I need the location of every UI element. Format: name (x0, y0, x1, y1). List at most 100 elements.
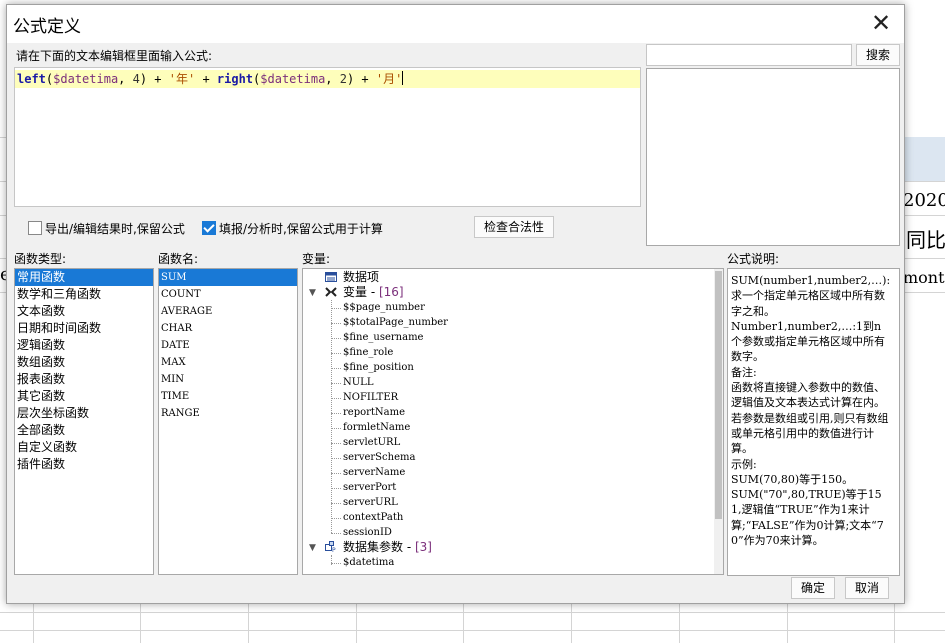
search-results-panel[interactable] (646, 68, 900, 246)
function-types-list[interactable]: 常用函数 数学和三角函数 文本函数 日期和时间函数 逻辑函数 数组函数 报表函数 其它函数 层次… (14, 268, 154, 575)
tree-variable-item[interactable]: sessionID (343, 525, 392, 540)
tree-item-data-items[interactable]: 数据项 (343, 270, 379, 285)
tree-group-count: [3] (414, 540, 432, 554)
search-input[interactable] (646, 44, 852, 66)
tree-variable-item[interactable]: $$totalPage_number (343, 315, 448, 330)
description-text: SUM(number1,number2,…):求一个指定单元格区域中所有数字之和… (731, 274, 891, 548)
tree-connector (331, 428, 341, 429)
tree-variable-item[interactable]: NOFILTER (343, 390, 398, 405)
cell-compare[interactable]: 同比 (906, 224, 945, 253)
function-type-item[interactable]: 文本函数 (15, 303, 153, 320)
function-name-item[interactable]: SUM (159, 269, 297, 286)
tree-variable-item[interactable]: serverSchema (343, 450, 415, 465)
export-keep-formula-checkbox[interactable] (28, 221, 42, 235)
function-type-item[interactable]: 层次坐标函数 (15, 405, 153, 422)
function-type-item[interactable]: 数学和三角函数 (15, 286, 153, 303)
function-type-item[interactable]: 全部函数 (15, 422, 153, 439)
formula-token: $datetima (53, 72, 119, 86)
function-name-item[interactable]: CHAR (159, 320, 297, 337)
variables-label: 变量: (302, 252, 331, 266)
tree-group-dataset-params[interactable]: 数据集参数 - [3] (343, 540, 432, 555)
variable-icon (325, 286, 337, 298)
description-label: 公式说明: (727, 252, 780, 266)
function-name-item[interactable]: MAX (159, 354, 297, 371)
tree-scroll-thumb[interactable] (715, 271, 722, 519)
cell-year[interactable]: 2020年 (903, 186, 945, 212)
function-name-item[interactable]: TIME (159, 388, 297, 405)
tree-variable-item[interactable]: $fine_username (343, 330, 423, 345)
function-name-item[interactable]: AVERAGE (159, 303, 297, 320)
tree-variable-item[interactable]: contextPath (343, 510, 403, 525)
function-type-item[interactable]: 报表函数 (15, 371, 153, 388)
function-name-item[interactable]: DATE (159, 337, 297, 354)
function-name-item[interactable]: RANGE (159, 405, 297, 422)
header-cell-highlight (905, 137, 945, 181)
formula-token: '月' (375, 72, 403, 86)
fill-keep-formula-checkbox[interactable] (202, 221, 216, 235)
tree-group-label: 数据集参数 (343, 540, 404, 554)
variables-tree[interactable]: 数据项 ▼ 变量 - [16] $$page_number $$totalPage_nu… (302, 268, 724, 575)
grid-line (356, 600, 357, 643)
formula-token: 4 (132, 72, 140, 86)
function-types-label: 函数类型: (14, 252, 67, 266)
grid-line (679, 600, 680, 643)
tree-connector (331, 443, 341, 444)
tree-parameter-item[interactable]: $datetima (343, 555, 394, 570)
function-name-item[interactable]: MIN (159, 371, 297, 388)
tree-connector (331, 488, 341, 489)
grid-line (0, 630, 945, 631)
grid-line (571, 600, 572, 643)
tree-variable-item[interactable]: reportName (343, 405, 405, 420)
function-names-label: 函数名: (158, 252, 199, 266)
cell-month[interactable]: month (903, 268, 945, 287)
cancel-button[interactable]: 取消 (845, 577, 889, 599)
grid-line (787, 600, 788, 643)
ok-button[interactable]: 确定 (791, 577, 835, 599)
tree-variable-item[interactable]: $$page_number (343, 300, 425, 315)
tree-group-variables[interactable]: 变量 - [16] (343, 285, 404, 300)
close-icon[interactable]: ✕ (866, 9, 896, 39)
chevron-down-icon[interactable]: ▼ (309, 543, 316, 553)
tree-connector (331, 563, 341, 564)
function-name-item[interactable]: COUNT (159, 286, 297, 303)
function-names-list[interactable]: SUM COUNT AVERAGE CHAR DATE MAX MIN TIME RANGE (158, 268, 298, 575)
tree-connector (331, 555, 332, 565)
tree-variable-item[interactable]: NULL (343, 375, 373, 390)
export-keep-formula-label[interactable]: 导出/编辑结果时,保留公式 (45, 220, 185, 237)
function-type-item[interactable]: 其它函数 (15, 388, 153, 405)
description-panel: SUM(number1,number2,…):求一个指定单元格区域中所有数字之和… (727, 268, 900, 576)
svg-text:P: P (332, 547, 336, 553)
formula-token: ) + (346, 72, 376, 86)
tree-variable-item[interactable]: serverName (343, 465, 405, 480)
formula-token: , (118, 72, 133, 86)
tree-variable-item[interactable]: serverURL (343, 495, 398, 510)
chevron-down-icon[interactable]: ▼ (309, 288, 316, 298)
grid-line (248, 600, 249, 643)
tree-connector (331, 533, 341, 534)
title-bar[interactable]: 公式定义 ✕ (7, 5, 904, 43)
tree-connector (331, 398, 341, 399)
tree-variable-item[interactable]: formletName (343, 420, 410, 435)
formula-token: + (195, 72, 217, 86)
tree-scrollbar[interactable] (714, 269, 723, 574)
tree-variable-item[interactable]: servletURL (343, 435, 400, 450)
function-type-item[interactable]: 逻辑函数 (15, 337, 153, 354)
search-button[interactable]: 搜索 (856, 44, 900, 66)
tree-variable-item[interactable]: serverPort (343, 480, 396, 495)
function-type-item[interactable]: 常用函数 (15, 269, 153, 286)
tree-connector (331, 413, 341, 414)
check-validity-button[interactable]: 检查合法性 (474, 216, 554, 238)
tree-group-label: 变量 (343, 285, 368, 299)
formula-current-line[interactable]: left($datetima, 4) + '年' + right($dateti… (15, 70, 640, 88)
tree-variable-item[interactable]: $fine_role (343, 345, 393, 360)
formula-editor[interactable]: left($datetima, 4) + '年' + right($dateti… (14, 67, 641, 207)
text-caret (402, 71, 404, 85)
tree-variable-item[interactable]: $fine_position (343, 360, 414, 375)
function-type-item[interactable]: 日期和时间函数 (15, 320, 153, 337)
fill-keep-formula-label[interactable]: 填报/分析时,保留公式用于计算 (219, 220, 383, 237)
function-type-item[interactable]: 插件函数 (15, 456, 153, 473)
function-type-item[interactable]: 自定义函数 (15, 439, 153, 456)
function-type-item[interactable]: 数组函数 (15, 354, 153, 371)
formula-token: , (325, 72, 340, 86)
tree-connector (331, 353, 341, 354)
